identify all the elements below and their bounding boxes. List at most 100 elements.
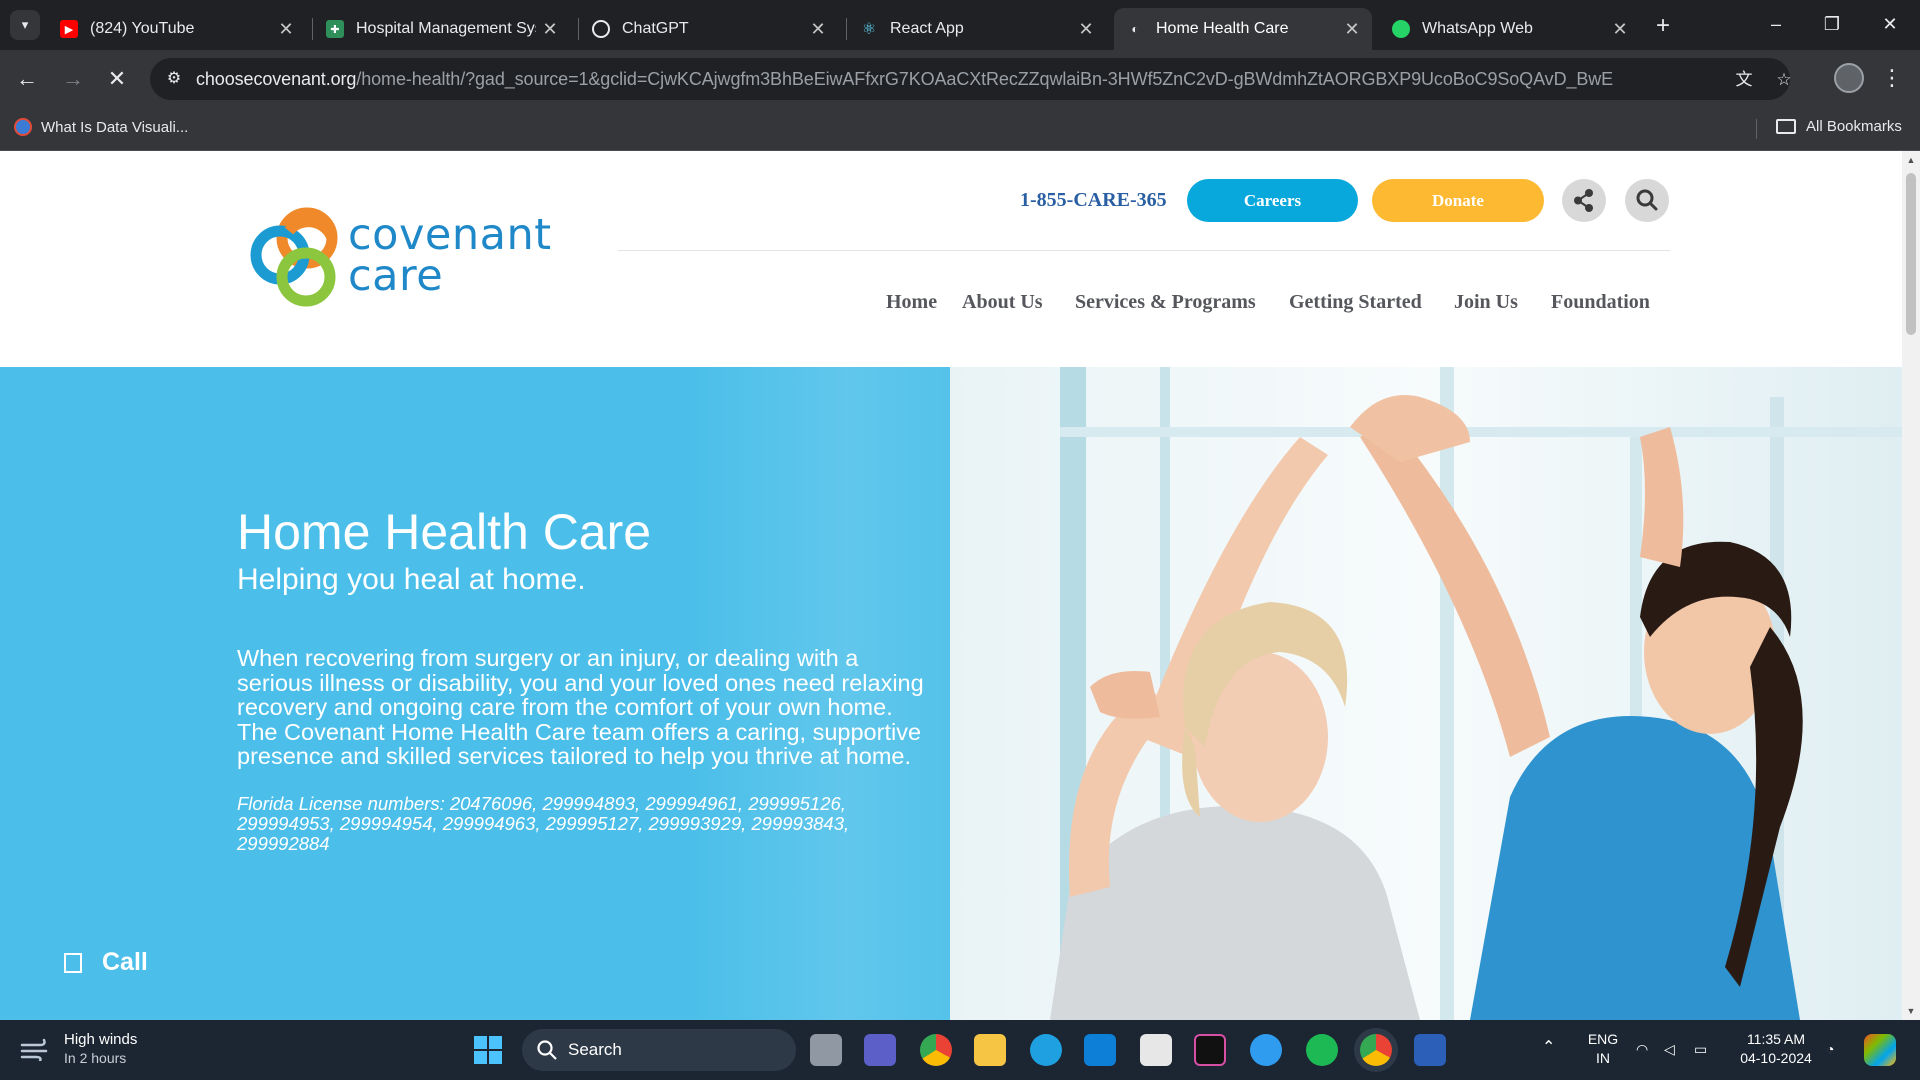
tab-title: WhatsApp Web [1422,20,1533,37]
battery-icon[interactable]: ▭ [1694,1040,1707,1059]
address-bar[interactable]: ⚙ choosecovenant.org/home-health/?gad_so… [150,58,1792,100]
close-tab-icon[interactable]: ✕ [1072,19,1100,40]
url-text[interactable]: choosecovenant.org/home-health/?gad_sour… [196,69,1613,90]
tab-youtube[interactable]: ▶ (824) YouTube ✕ [48,8,306,50]
search-button[interactable] [1625,179,1669,222]
call-button[interactable]: Call [64,948,148,977]
copilot-icon[interactable] [1864,1034,1896,1066]
donate-button[interactable]: Donate [1372,179,1544,222]
clock[interactable]: 11:35 AM 04-10-2024 [1732,1030,1820,1068]
close-tab-icon[interactable]: ✕ [1338,19,1366,40]
page-scrollbar[interactable]: ▲ ▼ [1902,151,1920,1020]
hospital-app-icon: ✚ [326,20,344,38]
nav-join-us[interactable]: Join Us [1454,291,1518,314]
caregiver-patient-illustration [950,367,1902,1020]
header-divider [618,250,1670,251]
phone-link[interactable]: 1-855-CARE-365 [1020,189,1167,212]
hero-photo [950,367,1902,1020]
close-tab-icon[interactable]: ✕ [536,19,564,40]
chrome-profile-icon[interactable] [1360,1034,1392,1066]
windows-taskbar: High winds In 2 hours Search ⌃ ENG IN ◠ … [0,1020,1920,1080]
file-explorer-icon[interactable] [974,1034,1006,1066]
chrome-icon[interactable] [920,1034,952,1066]
more-menu-icon[interactable]: ⋮ [1880,62,1904,96]
tab-chatgpt[interactable]: ChatGPT ✕ [580,8,838,50]
nav-getting-started[interactable]: Getting Started [1289,291,1422,314]
whatsapp-icon [1392,20,1410,38]
clock-time: 11:35 AM [1746,1031,1806,1047]
volume-icon[interactable]: ◁ [1664,1040,1675,1059]
restore-button[interactable]: ❐ [1808,8,1856,40]
scroll-down-arrow-icon[interactable]: ▼ [1906,1006,1916,1016]
logo-word-covenant: covenant [348,210,552,260]
translate-icon[interactable]: 文 [1730,66,1758,94]
windows-logo [474,1036,502,1064]
tab-title: ChatGPT [622,20,689,37]
bookmark-star-icon[interactable]: ☆ [1770,66,1798,94]
browser-tab-bar: ▾ ▶ (824) YouTube ✕ ✚ Hospital Managemen… [0,0,1920,50]
phone-icon [64,952,82,973]
tab-title: Hospital Management Syst [356,20,536,37]
search-icon [537,1040,557,1060]
intellij-icon[interactable] [1194,1034,1226,1066]
hero-subtitle: Helping you heal at home. [237,563,586,596]
all-bookmarks-label: All Bookmarks [1806,118,1902,135]
microsoft-store-icon[interactable] [1140,1034,1172,1066]
tab-divider [578,18,579,40]
forward-arrow-icon[interactable]: → [56,62,90,96]
main-nav: Home About Us Services & Programs Gettin… [0,291,1902,321]
weather-widget[interactable]: High winds In 2 hours [20,1030,137,1068]
folder-icon [1776,119,1796,134]
url-host: choosecovenant.org [196,69,357,89]
vscode-icon[interactable] [1084,1034,1116,1066]
tab-whatsapp[interactable]: WhatsApp Web ✕ [1380,8,1640,50]
nav-about-us[interactable]: About Us [962,291,1043,314]
show-hidden-icons-chevron-icon[interactable]: ⌃ [1542,1038,1555,1057]
speaker-icon: ◐ [1131,22,1139,36]
share-button[interactable] [1562,179,1606,222]
word-icon[interactable] [1414,1034,1446,1066]
site-settings-icon[interactable]: ⚙ [160,65,188,93]
weather-title: High winds [64,1031,138,1048]
help-icon[interactable] [1250,1034,1282,1066]
tab-hospital-management[interactable]: ✚ Hospital Management Syst ✕ [314,8,570,50]
close-tab-icon[interactable]: ✕ [1606,19,1634,40]
tab-home-health-care[interactable]: ◐ Home Health Care ✕ [1114,8,1372,50]
license-numbers: Florida License numbers: 20476096, 29999… [237,793,850,854]
call-label: Call [102,948,148,976]
tab-divider [846,18,847,40]
profile-avatar[interactable] [1834,63,1864,93]
edge-icon[interactable] [1030,1034,1062,1066]
task-view-icon[interactable] [810,1034,842,1066]
close-window-button[interactable]: ✕ [1866,8,1914,40]
scroll-up-arrow-icon[interactable]: ▲ [1906,155,1916,165]
minimize-button[interactable]: – [1752,8,1800,40]
careers-button[interactable]: Careers [1187,179,1358,222]
scrollbar-thumb[interactable] [1906,173,1916,335]
taskbar-search[interactable]: Search [522,1029,796,1071]
notification-bell-icon[interactable]: ◔ [1826,1040,1834,1059]
back-arrow-icon[interactable]: ← [10,62,44,96]
spotify-icon[interactable] [1306,1034,1338,1066]
logo-wordmark: covenant care [348,210,552,298]
windows-start-icon[interactable] [472,1034,504,1066]
youtube-icon: ▶ [60,20,78,38]
tab-search-icon[interactable]: ▾ [10,10,40,40]
bookmark-item[interactable]: What Is Data Visuali... [14,118,188,136]
close-tab-icon[interactable]: ✕ [272,19,300,40]
nav-home[interactable]: Home [886,291,937,314]
language-indicator[interactable]: ENG IN [1582,1030,1624,1068]
all-bookmarks-button[interactable]: All Bookmarks [1776,118,1902,135]
bookmark-label: What Is Data Visuali... [41,118,189,136]
stop-loading-icon[interactable]: ✕ [100,62,134,96]
nav-foundation[interactable]: Foundation [1551,291,1650,314]
new-tab-button[interactable]: + [1648,12,1678,42]
nav-services-programs[interactable]: Services & Programs [1075,291,1256,314]
teams-icon[interactable] [864,1034,896,1066]
tab-react-app[interactable]: ⚛ React App ✕ [848,8,1106,50]
wifi-icon[interactable]: ◠ [1636,1040,1648,1059]
close-tab-icon[interactable]: ✕ [804,19,832,40]
tab-title: (824) YouTube [90,20,195,37]
tab-divider [312,18,313,40]
clock-date: 04-10-2024 [1740,1050,1812,1066]
